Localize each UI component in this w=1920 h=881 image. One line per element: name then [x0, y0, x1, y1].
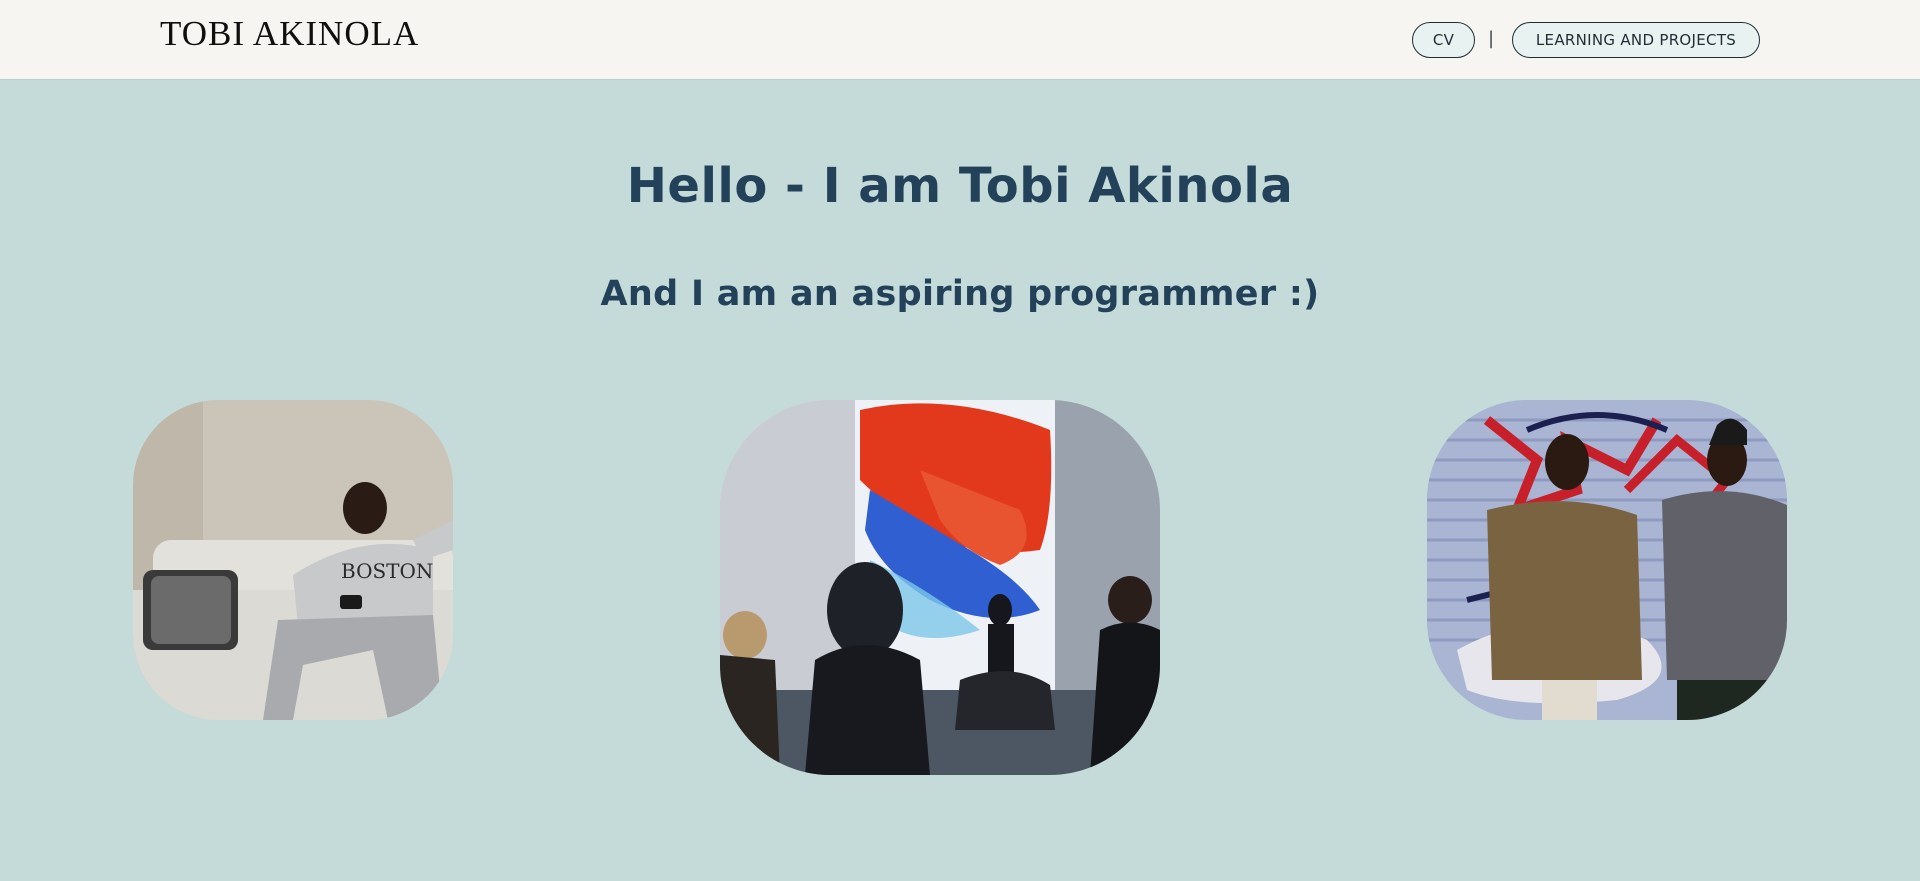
photo-man-on-sofa: BOSTON: [133, 400, 453, 720]
nav-cv-button[interactable]: CV: [1412, 22, 1475, 58]
hero-subtitle: And I am an aspiring programmer :): [600, 274, 1320, 314]
photo-gallery-art-display: [720, 400, 1160, 775]
site-logo[interactable]: TOBI AKINOLA: [160, 14, 419, 54]
site-header: TOBI AKINOLA CV | LEARNING AND PROJECTS: [0, 0, 1920, 80]
photo-two-men-graffiti-wall: [1427, 400, 1787, 720]
nav-learning-projects-button[interactable]: LEARNING AND PROJECTS: [1512, 22, 1760, 58]
nav-separator: |: [1488, 28, 1495, 49]
svg-text:BOSTON: BOSTON: [341, 559, 433, 583]
hero-title: Hello - I am Tobi Akinola: [626, 158, 1294, 214]
